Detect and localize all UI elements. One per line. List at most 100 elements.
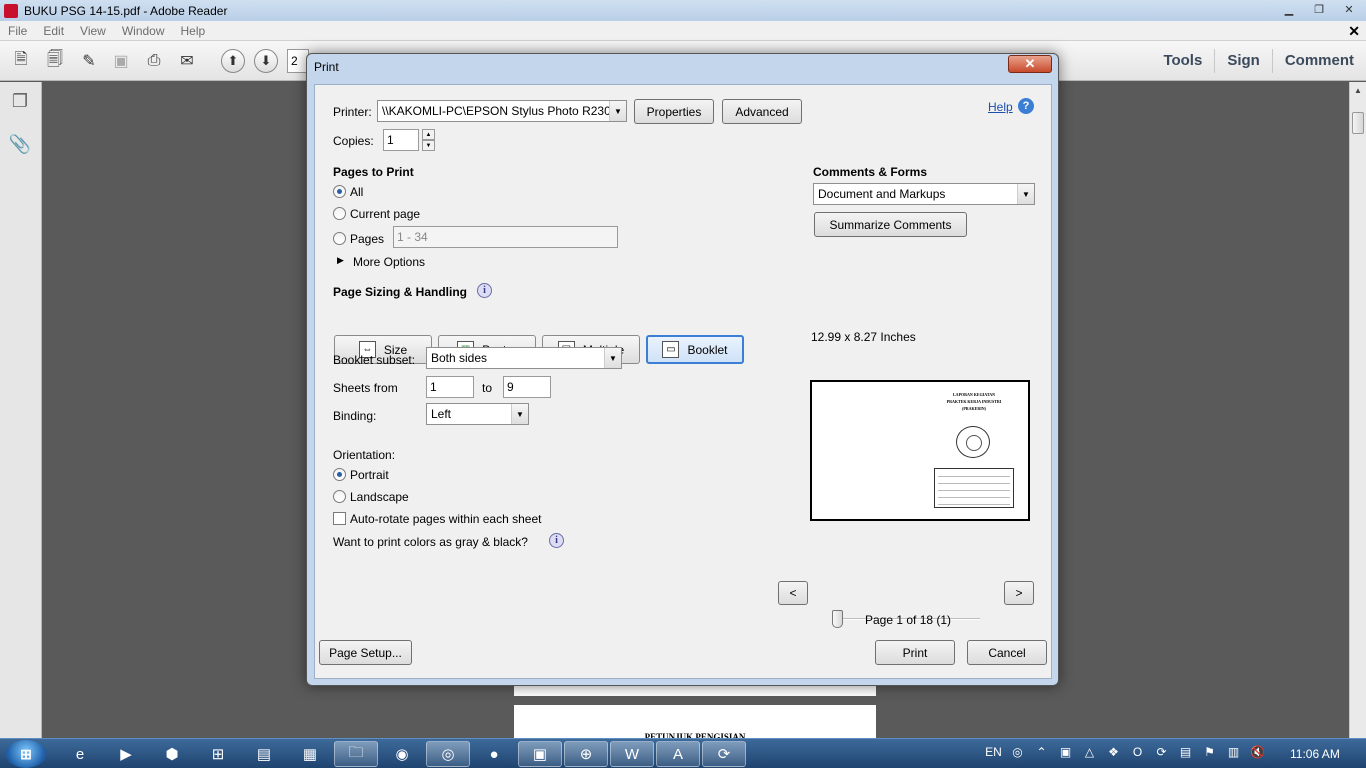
create-pdf-icon[interactable]: 🗎 — [9, 50, 33, 72]
system-clock[interactable]: 11:06 AM — [1290, 747, 1340, 761]
radio-current-page-label: Current page — [350, 207, 421, 221]
vertical-scrollbar[interactable]: ▲ — [1349, 82, 1366, 738]
info-icon[interactable]: i — [477, 283, 492, 298]
export-pdf-icon[interactable]: 🗐 — [43, 50, 67, 72]
calendar-icon[interactable]: ▦ — [288, 741, 332, 767]
close-icon[interactable]: ✕ — [1336, 1, 1362, 18]
menu-edit[interactable]: Edit — [35, 24, 72, 38]
printer-select[interactable]: \\KAKOMLI-PC\EPSON Stylus Photo R230 S ▼ — [377, 100, 627, 122]
print-icon[interactable]: ⎙ — [142, 50, 166, 72]
binding-label: Binding: — [333, 409, 377, 423]
device-icon[interactable]: ▤ — [1177, 745, 1194, 759]
language-indicator[interactable]: EN — [985, 745, 1002, 759]
start-button[interactable]: ⊞ — [6, 740, 46, 768]
preview-form-line — [938, 476, 1010, 477]
page-setup-button[interactable]: Page Setup... — [319, 640, 412, 665]
page-thumbnails-icon[interactable]: ❐ — [9, 90, 31, 112]
drive-icon[interactable]: △ — [1081, 745, 1098, 759]
virtualbox-icon[interactable]: ⬢ — [150, 741, 194, 767]
radio-pages[interactable] — [333, 232, 346, 245]
network-share-icon[interactable]: ⊕ — [564, 741, 608, 767]
close-document-icon[interactable]: ✕ — [1348, 23, 1360, 40]
preview-form-box — [934, 468, 1014, 508]
chevron-down-icon: ▼ — [609, 101, 626, 121]
radio-all[interactable] — [333, 185, 346, 198]
summarize-comments-button[interactable]: Summarize Comments — [814, 212, 967, 237]
radio-current-page[interactable] — [333, 207, 346, 220]
opera-icon[interactable]: O — [1129, 745, 1146, 759]
autorotate-checkbox[interactable] — [333, 512, 346, 525]
chrome-icon[interactable]: ◎ — [426, 741, 470, 767]
preview-slider-thumb[interactable] — [832, 610, 843, 628]
media-player-icon[interactable]: ▶ — [104, 741, 148, 767]
booklet-subset-select[interactable]: Both sides ▼ — [426, 347, 622, 369]
sheets-from-input[interactable]: 1 — [426, 376, 474, 398]
stepper-down-icon[interactable]: ▼ — [422, 140, 435, 151]
paint-icon[interactable]: ● — [472, 741, 516, 767]
notepad-icon[interactable]: ▤ — [242, 741, 286, 767]
sign-tab[interactable]: Sign — [1214, 49, 1272, 73]
comment-tab[interactable]: Comment — [1271, 49, 1366, 73]
adobe-reader-icon[interactable]: A — [656, 741, 700, 767]
menu-help[interactable]: Help — [173, 24, 214, 38]
info-icon[interactable]: i — [549, 533, 564, 548]
dialog-close-icon[interactable]: ✕ — [1008, 55, 1052, 73]
next-page-icon[interactable]: ⬇ — [254, 49, 278, 73]
network-status-icon[interactable]: ▥ — [1225, 745, 1242, 759]
radio-landscape[interactable] — [333, 490, 346, 503]
network-icon[interactable]: ⊞ — [196, 741, 240, 767]
scroll-thumb[interactable] — [1352, 112, 1364, 134]
internet-explorer-icon[interactable]: e — [58, 741, 102, 767]
email-icon[interactable]: ✉ — [175, 50, 199, 72]
print-button[interactable]: Print — [875, 640, 955, 665]
more-options-toggle[interactable]: More Options — [353, 255, 425, 269]
binding-select[interactable]: Left ▼ — [426, 403, 529, 425]
expand-arrow-icon[interactable]: ▶ — [337, 255, 344, 266]
copies-input[interactable]: 1 — [383, 129, 419, 151]
volume-muted-icon[interactable]: 🔇 — [1249, 745, 1266, 759]
comments-forms-select[interactable]: Document and Markups ▼ — [813, 183, 1035, 205]
orientation-label: Orientation: — [333, 448, 396, 462]
attachments-icon[interactable]: 📎 — [9, 133, 31, 155]
menu-view[interactable]: View — [72, 24, 114, 38]
dropbox-icon[interactable]: ❖ — [1105, 745, 1122, 759]
cancel-button[interactable]: Cancel — [967, 640, 1047, 665]
preview-form-line — [938, 490, 1010, 491]
radio-portrait-label: Portrait — [350, 468, 389, 482]
edit-icon[interactable]: ✎ — [77, 50, 101, 72]
preview-next-button[interactable]: > — [1004, 581, 1034, 605]
app-tray-icon[interactable]: ▣ — [1057, 745, 1074, 759]
preview-prev-button[interactable]: < — [778, 581, 808, 605]
booklet-subset-label: Booklet subset: — [333, 353, 416, 367]
stepper-up-icon[interactable]: ▲ — [422, 129, 435, 140]
help-icon[interactable]: ? — [1018, 98, 1034, 114]
save-icon[interactable]: ▣ — [109, 50, 133, 72]
flag-icon[interactable]: ⚑ — [1201, 745, 1218, 759]
maximize-icon[interactable]: ❐ — [1306, 1, 1332, 18]
help-link[interactable]: Help — [988, 100, 1013, 114]
chrome-tray-icon[interactable]: ◎ — [1009, 745, 1026, 759]
radio-portrait[interactable] — [333, 468, 346, 481]
tools-tab[interactable]: Tools — [1151, 49, 1214, 73]
advanced-button[interactable]: Advanced — [722, 99, 802, 124]
sync-icon[interactable]: ⟳ — [702, 741, 746, 767]
explorer-icon[interactable]: 🗀 — [334, 741, 378, 767]
update-icon[interactable]: ⟳ — [1153, 745, 1170, 759]
previous-page-icon[interactable]: ⬆ — [221, 49, 245, 73]
pages-range-input[interactable]: 1 - 34 — [393, 226, 618, 248]
menu-file[interactable]: File — [0, 24, 35, 38]
minimize-icon[interactable]: ▁ — [1276, 1, 1302, 18]
show-hidden-icon[interactable]: ⌃ — [1033, 745, 1050, 759]
school-logo — [956, 426, 990, 458]
page-sizing-heading: Page Sizing & Handling — [333, 285, 468, 299]
scroll-up-icon[interactable]: ▲ — [1350, 82, 1366, 99]
firefox-icon[interactable]: ◉ — [380, 741, 424, 767]
sheets-to-input[interactable]: 9 — [503, 376, 551, 398]
word-icon[interactable]: W — [610, 741, 654, 767]
menu-window[interactable]: Window — [114, 24, 173, 38]
booklet-icon: ▭ — [662, 341, 680, 358]
remote-desktop-icon[interactable]: ▣ — [518, 741, 562, 767]
properties-button[interactable]: Properties — [634, 99, 714, 124]
copies-stepper[interactable]: ▲ ▼ — [422, 129, 435, 151]
booklet-mode-button[interactable]: ▭ Booklet — [646, 335, 744, 364]
